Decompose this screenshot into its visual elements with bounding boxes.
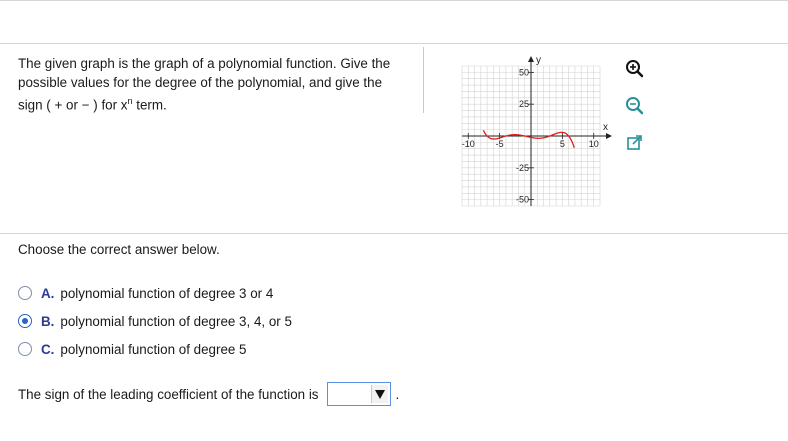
option-a-radio[interactable]: [18, 286, 32, 300]
polynomial-graph: -10 -5 5 10 50 25 -25 -50 y x: [461, 56, 612, 207]
option-c-text: polynomial function of degree 5: [60, 341, 247, 357]
option-c-letter: C.: [41, 341, 55, 357]
x-tick-label: 10: [589, 139, 599, 149]
option-b-text: polynomial function of degree 3, 4, or 5: [60, 313, 292, 329]
header-divider: [0, 43, 788, 44]
question-line-1: The given graph is the graph of a polyno…: [18, 56, 391, 71]
top-divider: [0, 0, 788, 1]
y-axis-label: y: [536, 56, 541, 66]
y-tick-label: -25: [516, 163, 529, 173]
sign-select[interactable]: [326, 382, 391, 406]
section-divider: [0, 233, 788, 234]
option-b-letter: B.: [41, 313, 55, 329]
y-tick-label: -50: [516, 195, 529, 205]
option-a[interactable]: A. polynomial function of degree 3 or 4: [18, 283, 273, 303]
x-tick-label: -5: [496, 139, 504, 149]
question-vertical-divider: [423, 47, 424, 113]
x-axis-label: x: [603, 122, 608, 133]
y-tick-label: 25: [519, 99, 529, 109]
sign-question: The sign of the leading coefficient of t…: [18, 382, 399, 406]
open-external-icon[interactable]: [624, 132, 646, 154]
y-axis-arrow: [528, 56, 534, 62]
option-a-letter: A.: [41, 285, 55, 301]
question-sign-open: sign (: [18, 97, 51, 113]
or-word: or: [66, 97, 78, 113]
zoom-in-icon[interactable]: [624, 58, 646, 80]
x-axis-arrow: [606, 133, 612, 139]
x-tick-label: 5: [560, 139, 565, 149]
option-b[interactable]: B. polynomial function of degree 3, 4, o…: [18, 311, 292, 331]
option-a-text: polynomial function of degree 3 or 4: [60, 285, 274, 301]
sign-period: .: [395, 386, 400, 402]
zoom-out-icon[interactable]: [624, 95, 646, 117]
dropdown-arrow-icon[interactable]: [370, 385, 388, 403]
minus-symbol: −: [81, 97, 90, 113]
plus-symbol: +: [54, 97, 63, 113]
x-tick-label: -10: [462, 139, 475, 149]
question-term-x: ) for x: [93, 97, 128, 113]
question-text: The given graph is the graph of a polyno…: [18, 54, 418, 114]
question-term-end: term.: [132, 97, 167, 113]
option-c-radio[interactable]: [18, 342, 32, 356]
sign-prompt: The sign of the leading coefficient of t…: [18, 386, 319, 402]
option-b-radio[interactable]: [18, 314, 32, 328]
y-tick-label: 50: [519, 67, 529, 77]
choose-prompt: Choose the correct answer below.: [18, 242, 220, 257]
option-c[interactable]: C. polynomial function of degree 5: [18, 339, 247, 359]
question-line-3: sign ( + or − ) for xn term.: [18, 92, 418, 114]
question-line-2: possible values for the degree of the po…: [18, 75, 383, 90]
